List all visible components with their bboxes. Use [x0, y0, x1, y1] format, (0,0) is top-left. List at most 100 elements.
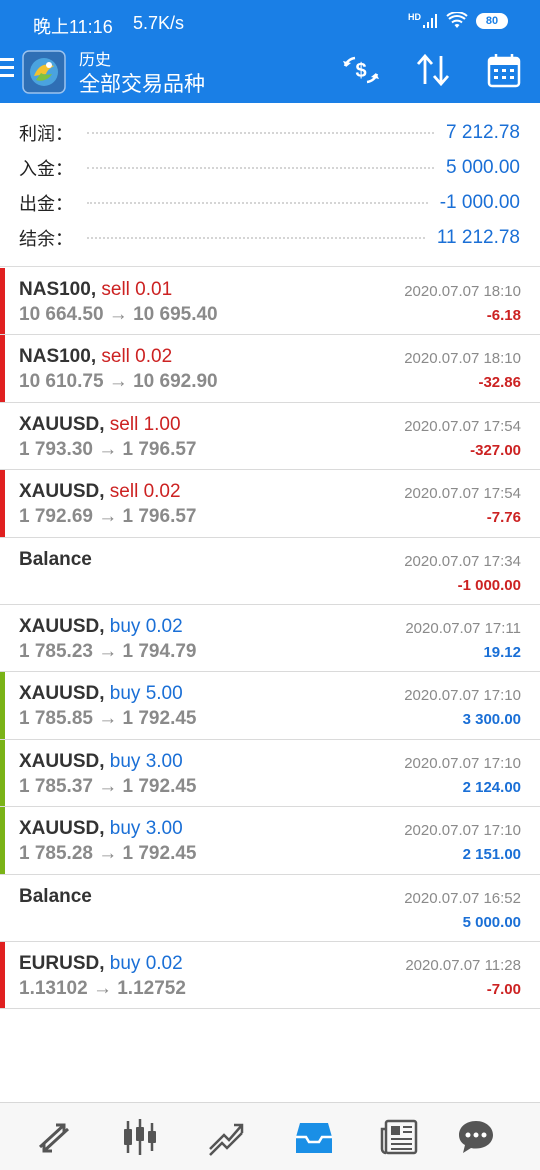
status-icons: HD 80 — [408, 12, 508, 30]
summary-label: 入金： — [19, 159, 73, 179]
trade-datetime: 2020.07.07 18:10 — [404, 350, 521, 368]
summary-label: 出金： — [19, 194, 73, 214]
summary-value: 5 000.00 — [446, 157, 520, 178]
dotted-leader — [87, 132, 435, 134]
trade-symbol: NAS100, — [19, 346, 97, 368]
trade-profit: 5 000.00 — [462, 913, 521, 931]
history-icon[interactable] — [294, 1117, 334, 1157]
trade-profit: -7.00 — [486, 980, 521, 998]
news-icon[interactable] — [380, 1117, 420, 1157]
trade-title: NAS100, sell 0.01 — [19, 279, 172, 301]
trade-profit: 3 300.00 — [462, 711, 521, 729]
battery-icon: 80 — [476, 13, 508, 29]
trade-title: NAS100, sell 0.02 — [19, 346, 172, 368]
trade-profit: 2 151.00 — [462, 846, 521, 864]
trade-symbol: XAUUSD, — [19, 615, 105, 637]
trade-profit: 2 124.00 — [462, 778, 521, 796]
status-bar: 晚上11:16 5.7K/s HD 80 — [0, 0, 540, 46]
trade-row[interactable]: NAS100, sell 0.01 10 664.50 → 10 695.40 20… — [0, 268, 540, 336]
dotted-leader — [87, 237, 425, 239]
trade-side: sell 0.01 — [101, 279, 173, 300]
summary-value: -1 000.00 — [439, 192, 520, 213]
trade-title: Balance — [19, 549, 92, 571]
trade-prices: 1 785.85 → 1 792.45 — [19, 708, 197, 730]
dotted-leader — [87, 167, 435, 169]
balance-row[interactable]: Balance 2020.07.07 16:52 5 000.00 — [0, 875, 540, 942]
messages-icon[interactable] — [456, 1117, 496, 1157]
trade-title: XAUUSD, buy 5.00 — [19, 683, 183, 705]
trade-status-bar — [0, 941, 5, 1009]
trade-row[interactable]: XAUUSD, sell 1.00 1 793.30 → 1 796.57 2020… — [0, 403, 540, 471]
trade-profit: -7.76 — [486, 509, 521, 527]
trade-title: XAUUSD, buy 0.02 — [19, 616, 183, 638]
trade-datetime: 2020.07.07 11:28 — [405, 956, 521, 974]
trade-datetime: 2020.07.07 17:10 — [404, 754, 521, 772]
trade-prices: 1 793.30 → 1 796.57 — [19, 438, 197, 460]
trade-profit: -32.86 — [478, 374, 521, 392]
page-title[interactable]: 全部交易品种 — [79, 68, 205, 98]
trade-profit: -327.00 — [470, 441, 521, 459]
trade-row[interactable]: EURUSD, buy 0.02 1.13102 → 1.12752 2020.07… — [0, 941, 540, 1010]
trade-title: XAUUSD, sell 0.02 — [19, 481, 181, 503]
trade-symbol: Balance — [19, 548, 92, 570]
trade-side: buy 0.02 — [109, 952, 183, 974]
trade-icon[interactable] — [206, 1117, 246, 1157]
trade-title: XAUUSD, sell 1.00 — [19, 414, 181, 436]
trade-side: sell 1.00 — [109, 413, 181, 435]
trade-profit: -6.18 — [486, 307, 521, 324]
calendar-icon[interactable] — [485, 52, 525, 88]
quotes-icon[interactable] — [34, 1117, 74, 1157]
summary-value: 11 212.78 — [436, 227, 520, 248]
balance-row[interactable]: Balance 2020.07.07 17:34 -1 000.00 — [0, 538, 540, 605]
summary-label: 利润： — [19, 124, 73, 144]
status-network-speed: 5.7K/s — [133, 13, 185, 33]
trade-status-bar — [0, 739, 5, 807]
app-root: 晚上11:16 5.7K/s HD 80 历史 全部交易品种 $ 利润： 7 2… — [0, 0, 540, 1170]
signal-icon: HD — [408, 13, 438, 29]
summary-balance-row: 结余： 11 212.78 — [19, 223, 520, 253]
summary-deposit-row: 入金： 5 000.00 — [19, 153, 520, 183]
trade-prices: 10 664.50 → 10 695.40 — [19, 304, 218, 325]
trade-title: XAUUSD, buy 3.00 — [19, 818, 183, 840]
trade-symbol: XAUUSD, — [19, 481, 105, 503]
trade-prices: 10 610.75 → 10 692.90 — [19, 371, 218, 393]
currency-exchange-icon[interactable]: $ — [341, 52, 381, 88]
trade-row[interactable]: XAUUSD, sell 0.02 1 792.69 → 1 796.57 2020… — [0, 470, 540, 538]
trade-row[interactable]: XAUUSD, buy 3.00 1 785.37 → 1 792.45 2020.… — [0, 739, 540, 808]
summary-profit-row: 利润： 7 212.78 — [19, 118, 520, 148]
trade-status-bar — [0, 672, 5, 739]
trade-datetime: 2020.07.07 16:52 — [404, 889, 521, 907]
trade-row[interactable]: NAS100, sell 0.02 10 610.75 → 10 692.90 20… — [0, 335, 540, 403]
trade-row[interactable]: XAUUSD, buy 0.02 1 785.23 → 1 794.79 2020.… — [0, 605, 540, 673]
summary-withdrawal-row: 出金： -1 000.00 — [19, 188, 520, 218]
trade-prices: 1 785.28 → 1 792.45 — [19, 843, 197, 865]
trade-prices: 1 785.23 → 1 794.79 — [19, 640, 197, 662]
svg-text:$: $ — [355, 60, 366, 82]
summary-label: 结余： — [19, 229, 73, 249]
trade-datetime: 2020.07.07 17:54 — [404, 485, 521, 503]
trade-status-bar — [0, 470, 5, 537]
trade-side: buy 0.02 — [109, 615, 183, 637]
trade-prices: 1 792.69 → 1 796.57 — [19, 506, 197, 528]
trade-prices: 1 785.37 → 1 792.45 — [19, 775, 197, 797]
app-logo — [22, 50, 66, 94]
chart-icon[interactable] — [120, 1117, 160, 1157]
summary-panel: 利润： 7 212.78 入金： 5 000.00 出金： -1 000.00 … — [0, 103, 540, 267]
trade-status-bar — [0, 807, 5, 874]
trade-side: sell 0.02 — [109, 481, 181, 503]
menu-icon[interactable] — [0, 58, 14, 78]
bottom-nav — [0, 1102, 540, 1170]
trade-profit: -1 000.00 — [457, 576, 521, 594]
trade-symbol: XAUUSD, — [19, 750, 105, 772]
trade-symbol: NAS100, — [19, 279, 97, 300]
trade-side: buy 5.00 — [109, 683, 183, 705]
wifi-icon — [446, 12, 468, 28]
trade-datetime: 2020.07.07 17:34 — [404, 552, 521, 570]
trade-history-list: NAS100, sell 0.01 10 664.50 → 10 695.40 20… — [0, 268, 540, 1010]
status-time: 晚上11:16 — [33, 17, 113, 37]
trade-title: XAUUSD, buy 3.00 — [19, 751, 183, 773]
trade-row[interactable]: XAUUSD, buy 3.00 1 785.28 → 1 792.45 2020.… — [0, 807, 540, 875]
trade-row[interactable]: XAUUSD, buy 5.00 1 785.85 → 1 792.45 2020.… — [0, 672, 540, 740]
sort-icon[interactable] — [413, 52, 453, 88]
trade-datetime: 2020.07.07 17:10 — [404, 822, 521, 840]
